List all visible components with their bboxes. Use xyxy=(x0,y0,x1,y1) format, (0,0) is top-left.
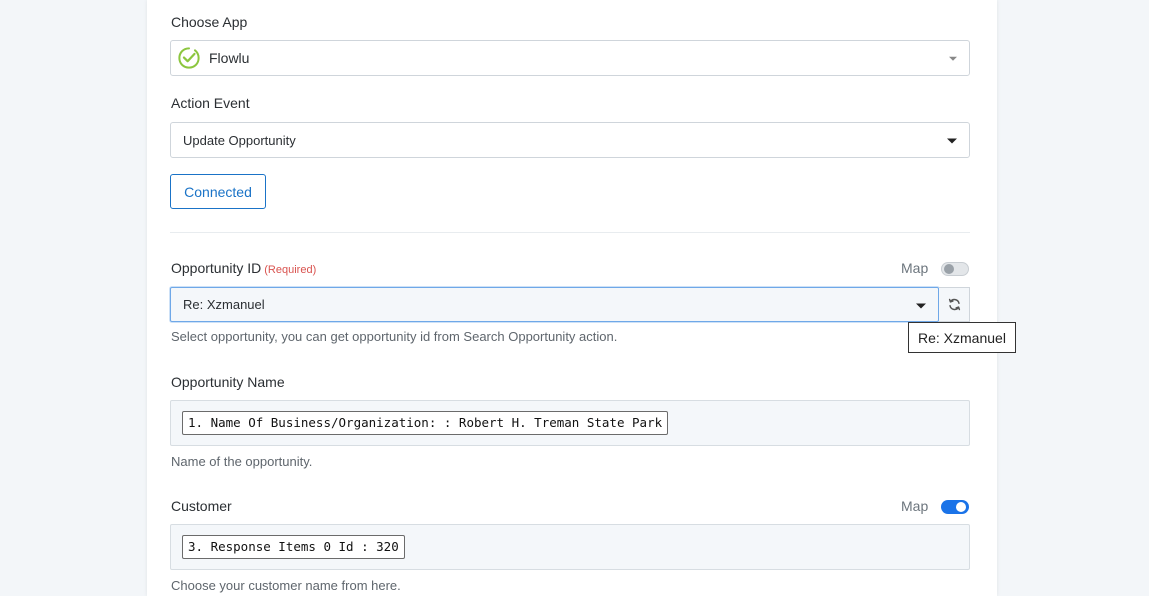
customer-help: Choose your customer name from here. xyxy=(171,578,401,593)
opportunity-id-label-text: Opportunity ID xyxy=(171,260,262,276)
choose-app-label: Choose App xyxy=(171,14,248,30)
opportunity-id-map-toggle[interactable] xyxy=(941,262,969,276)
mapped-value-chip[interactable]: 1. Name Of Business/Organization: : Robe… xyxy=(182,411,669,435)
chevron-down-icon xyxy=(916,303,926,308)
chevron-down-icon xyxy=(947,138,957,144)
action-event-label: Action Event xyxy=(171,95,250,111)
opportunity-id-label: Opportunity ID (Required) xyxy=(171,260,316,276)
customer-map-label: Map xyxy=(901,498,929,514)
customer-field[interactable]: 3. Response Items 0 Id : 320 xyxy=(170,524,970,570)
section-divider xyxy=(170,232,970,233)
choose-app-value: Flowlu xyxy=(209,50,250,66)
toggle-knob xyxy=(944,264,954,274)
toggle-knob xyxy=(956,502,966,512)
mapped-value-chip[interactable]: 3. Response Items 0 Id : 320 xyxy=(182,535,405,559)
opportunity-id-value: Re: Xzmanuel xyxy=(183,297,265,312)
opportunity-name-field[interactable]: 1. Name Of Business/Organization: : Robe… xyxy=(170,400,970,446)
customer-map-toggle[interactable] xyxy=(941,500,969,514)
connected-button[interactable]: Connected xyxy=(170,174,266,209)
opportunity-id-tooltip: Re: Xzmanuel xyxy=(908,322,1016,353)
opportunity-id-select[interactable]: Re: Xzmanuel xyxy=(170,287,939,322)
action-event-value: Update Opportunity xyxy=(183,132,296,148)
action-event-select[interactable]: Update Opportunity xyxy=(170,122,970,158)
opportunity-name-help: Name of the opportunity. xyxy=(171,454,313,469)
action-config-panel: Choose App Flowlu Action Event Update Op… xyxy=(147,0,1016,596)
required-marker: (Required) xyxy=(264,264,317,276)
opportunity-name-label: Opportunity Name xyxy=(171,374,285,390)
refresh-icon xyxy=(948,298,960,311)
opportunity-id-map-label: Map xyxy=(901,260,929,276)
customer-label: Customer xyxy=(171,498,232,514)
refresh-opportunities-button[interactable] xyxy=(939,287,970,322)
flowlu-logo-icon xyxy=(178,47,200,69)
chevron-down-icon xyxy=(949,56,957,61)
opportunity-id-help: Select opportunity, you can get opportun… xyxy=(171,329,618,344)
choose-app-select[interactable]: Flowlu xyxy=(170,40,970,76)
